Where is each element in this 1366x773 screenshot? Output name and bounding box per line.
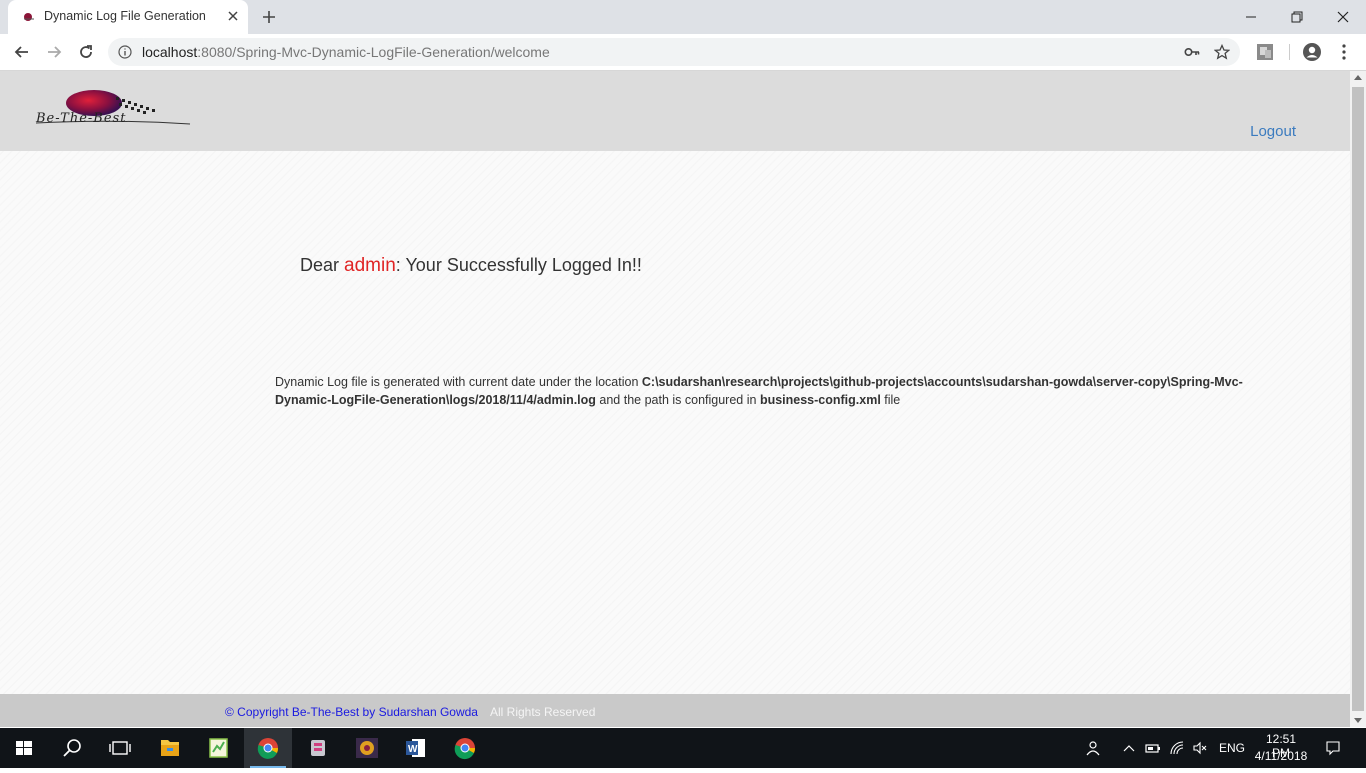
scroll-up-arrow-icon[interactable]: [1354, 75, 1362, 80]
extension-icon[interactable]: [1256, 43, 1274, 61]
forward-icon[interactable]: [44, 42, 64, 62]
scroll-down-arrow-icon[interactable]: [1354, 718, 1362, 723]
language-indicator[interactable]: ENG: [1219, 741, 1245, 755]
close-window-icon[interactable]: [1333, 7, 1353, 27]
be-the-best-logo: Be-The-Best: [35, 90, 191, 126]
people-icon[interactable]: [1085, 740, 1101, 756]
show-hidden-icons-icon[interactable]: [1121, 740, 1137, 756]
app-launcher-icon[interactable]: [343, 728, 391, 768]
toolbar-separator: [1289, 44, 1290, 60]
logout-link[interactable]: Logout: [1250, 123, 1296, 140]
config-file-name: business-config.xml: [759, 393, 881, 407]
url-text: localhost:8080/Spring-Mvc-Dynamic-LogFil…: [142, 44, 550, 60]
clock-date[interactable]: 4/11/2018: [1253, 749, 1309, 763]
page-footer: © Copyright Be-The-Best by Sudarshan Gow…: [0, 694, 1350, 727]
site-info-icon[interactable]: [118, 45, 132, 59]
site-favicon-icon: [24, 13, 34, 21]
copyright-text: © Copyright Be-The-Best by Sudarshan Gow…: [225, 705, 478, 719]
browser-toolbar: localhost:8080/Spring-Mvc-Dynamic-LogFil…: [0, 34, 1366, 71]
close-tab-icon[interactable]: [226, 9, 240, 23]
notepad-plus-icon[interactable]: [195, 728, 243, 768]
key-icon[interactable]: [1184, 45, 1200, 59]
chrome-icon: [257, 738, 279, 759]
rights-reserved-text: All Rights Reserved: [490, 705, 596, 719]
minimize-icon[interactable]: [1241, 7, 1261, 27]
battery-icon[interactable]: [1145, 740, 1161, 756]
page-header: Be-The-Best Logout: [0, 71, 1350, 151]
tab-title: Dynamic Log File Generation: [44, 9, 206, 23]
restore-icon[interactable]: [1287, 7, 1307, 27]
wifi-icon[interactable]: [1169, 740, 1185, 756]
task-view-icon[interactable]: [96, 728, 144, 768]
bookmark-star-icon[interactable]: [1214, 44, 1230, 60]
database-tool-icon[interactable]: [294, 728, 342, 768]
svg-text:W: W: [408, 744, 418, 755]
windows-taskbar: W ENG 12:51 PM 4/11/2018: [0, 728, 1366, 768]
vertical-scrollbar[interactable]: [1350, 71, 1366, 727]
scrollbar-thumb[interactable]: [1352, 87, 1364, 711]
chrome-taskbar-button[interactable]: [244, 728, 292, 768]
page-viewport: Be-The-Best Logout Dear admin: Your Succ…: [0, 71, 1350, 727]
file-explorer-icon[interactable]: [146, 728, 194, 768]
profile-avatar-icon[interactable]: [1302, 42, 1322, 62]
windows-start-icon[interactable]: [0, 728, 48, 768]
svg-text:Be-The-Best: Be-The-Best: [35, 111, 126, 126]
welcome-message: Dear admin: Your Successfully Logged In!…: [300, 255, 642, 276]
word-icon[interactable]: W: [392, 728, 440, 768]
search-icon[interactable]: [48, 728, 96, 768]
browser-menu-icon[interactable]: [1340, 43, 1348, 61]
new-tab-icon[interactable]: [260, 8, 278, 26]
reload-icon[interactable]: [76, 42, 96, 62]
log-info-text: Dynamic Log file is generated with curre…: [275, 375, 1243, 407]
back-icon[interactable]: [12, 42, 32, 62]
browser-tab[interactable]: Dynamic Log File Generation: [8, 0, 248, 34]
username-label: admin: [344, 255, 396, 276]
chrome-second-icon[interactable]: [441, 728, 489, 768]
browser-tab-strip: Dynamic Log File Generation: [0, 0, 1366, 34]
notifications-icon[interactable]: [1325, 740, 1341, 756]
address-bar[interactable]: localhost:8080/Spring-Mvc-Dynamic-LogFil…: [108, 38, 1240, 66]
volume-muted-icon[interactable]: [1192, 740, 1208, 756]
